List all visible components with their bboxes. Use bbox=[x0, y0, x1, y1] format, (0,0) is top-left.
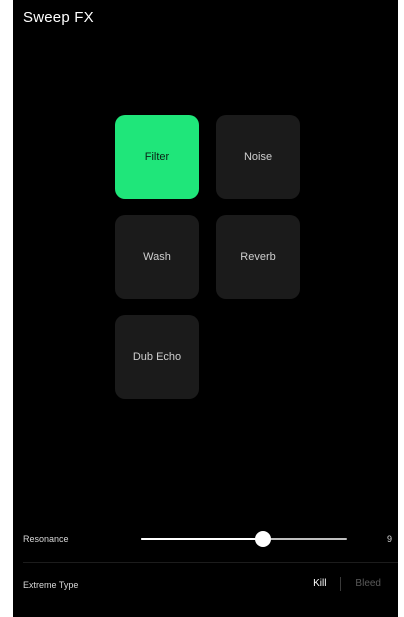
resonance-slider[interactable] bbox=[141, 531, 347, 547]
extreme-type-option-bleed[interactable]: Bleed bbox=[355, 576, 381, 591]
pad-dub-echo[interactable]: Dub Echo bbox=[115, 315, 199, 399]
divider bbox=[23, 562, 398, 563]
pad-label: Filter bbox=[144, 151, 170, 163]
pad-wash[interactable]: Wash bbox=[115, 215, 199, 299]
resonance-label: Resonance bbox=[23, 534, 69, 544]
pad-noise[interactable]: Noise bbox=[216, 115, 300, 199]
pad-reverb[interactable]: Reverb bbox=[216, 215, 300, 299]
pad-label: Noise bbox=[243, 151, 273, 163]
resonance-value: 9 bbox=[386, 534, 392, 544]
resonance-slider-thumb[interactable] bbox=[254, 531, 271, 547]
extreme-type-option-kill[interactable]: Kill bbox=[313, 576, 326, 591]
pad-label: Reverb bbox=[240, 251, 276, 263]
pad-filter[interactable]: Filter bbox=[115, 115, 199, 199]
pad-label: Wash bbox=[143, 251, 171, 263]
extreme-type-toggle: Kill Bleed bbox=[313, 576, 381, 591]
page-title: Sweep FX bbox=[23, 9, 94, 26]
resonance-slider-fill bbox=[141, 538, 263, 540]
extreme-type-label: Extreme Type bbox=[23, 580, 79, 590]
segment-separator bbox=[340, 576, 342, 591]
sweep-fx-screen: Sweep FX Filter Noise Wash Reverb Dub Ec… bbox=[13, 0, 398, 617]
pad-label: Dub Echo bbox=[132, 351, 182, 363]
